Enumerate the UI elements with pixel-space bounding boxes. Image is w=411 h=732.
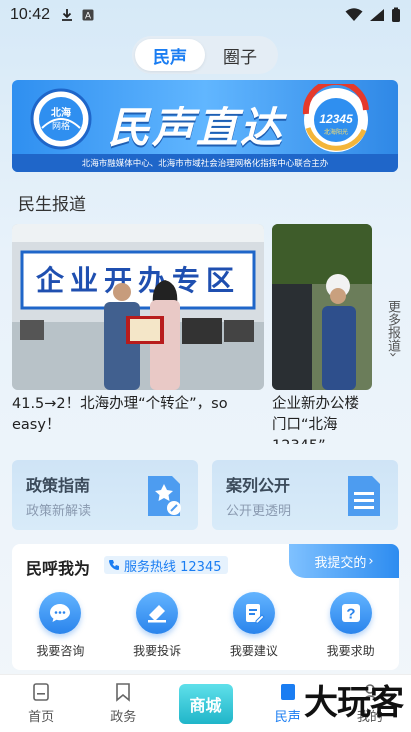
- complaint-label: 我要投诉: [133, 644, 182, 658]
- chat-bubble-icon: [39, 592, 82, 634]
- photo-sign-text: 企业开办专区: [36, 264, 240, 297]
- more-reports-label: 更多报道: [385, 300, 400, 352]
- svg-text:?: ?: [346, 606, 355, 623]
- star-document-icon: [148, 476, 181, 516]
- hotline-panel: 民呼我为 服务热线 12345 我提交的 › 我要咨询 我要投诉 我要建议 ? …: [12, 544, 399, 670]
- document-lines-icon: [348, 476, 380, 516]
- app-notification-icon: A: [82, 9, 94, 21]
- complaint-button[interactable]: 我要投诉: [117, 592, 197, 659]
- segment-tab-minsheng[interactable]: 民声: [135, 39, 205, 71]
- news-photo: 企业开办专区: [12, 224, 264, 390]
- help-button[interactable]: ? 我要求助: [311, 592, 391, 659]
- suggestion-button[interactable]: 我要建议: [214, 592, 294, 659]
- bookmark-icon: [116, 683, 131, 702]
- office-scene-image: 企业开办专区: [12, 224, 264, 390]
- case-public-card[interactable]: 案列公开 公开更透明: [212, 460, 398, 530]
- svg-text:网格: 网格: [52, 120, 70, 132]
- tab-minsheng-label: 民声: [274, 710, 301, 725]
- chevron-right-icon: ›: [385, 352, 400, 358]
- minsheng-icon: [280, 684, 295, 700]
- tab-government[interactable]: 政务: [82, 675, 164, 732]
- watermark-logo: 大玩客: [304, 683, 404, 723]
- tab-mall[interactable]: 商城: [164, 675, 246, 732]
- help-label: 我要求助: [326, 644, 375, 658]
- consult-label: 我要咨询: [36, 644, 85, 658]
- segment-control: 民声 圈子: [132, 36, 278, 74]
- question-mark-icon: ?: [329, 592, 372, 634]
- status-notification-icons: A: [60, 8, 94, 22]
- hotline-actions: 我要咨询 我要投诉 我要建议 ? 我要求助: [12, 592, 399, 659]
- hotline-title: 民呼我为: [26, 559, 91, 578]
- battery-icon: [392, 7, 400, 22]
- wifi-icon: [345, 8, 363, 21]
- street-scene-image: [272, 224, 372, 390]
- signal-icon: [370, 9, 384, 21]
- banner-title: 民声直达: [108, 103, 285, 152]
- svg-text:北海: 北海: [51, 106, 71, 119]
- suggestion-label: 我要建议: [229, 644, 278, 658]
- news-card[interactable]: 企业开办专区 41.5→2！北海办理“个转企”，so easy！: [12, 224, 264, 436]
- banner-footer: 北海市融媒体中心、北海市市域社会治理网格化指挥中心联合主办: [12, 154, 398, 172]
- svg-text:12345: 12345: [319, 112, 353, 126]
- chevron-right-icon: ›: [368, 553, 374, 569]
- tab-home[interactable]: 首页: [0, 675, 82, 732]
- tab-home-label: 首页: [28, 710, 55, 725]
- status-time: 10:42: [10, 6, 51, 23]
- news-carousel: 企业开办专区 41.5→2！北海办理“个转企”，so easy！ 企业新办公楼门…: [12, 224, 372, 444]
- news-caption: 企业新办公楼门口“北海12345”: [272, 396, 359, 444]
- hotline-12345-emblem: 12345 北海阳光: [302, 84, 369, 152]
- download-icon: [62, 9, 73, 21]
- status-right-icons: [345, 7, 401, 23]
- phone-icon: [109, 560, 119, 570]
- news-card[interactable]: 企业新办公楼门口“北海12345”: [272, 224, 372, 444]
- section-title-minsheng-news: 民生报道: [18, 195, 86, 215]
- send-tray-icon: [136, 592, 179, 634]
- home-doc-icon: [33, 683, 49, 701]
- news-caption: 41.5→2！北海办理“个转企”，so easy！: [12, 396, 228, 433]
- beihai-grid-logo: 北海 网格: [30, 88, 92, 150]
- svg-text:北海阳光: 北海阳光: [324, 128, 348, 136]
- tab-government-label: 政务: [110, 710, 137, 725]
- banner-minsheng-zhida[interactable]: 北海 网格 民声直达 12345 北海阳光 北海市融媒体中心、北海市市域社会治理…: [12, 80, 398, 172]
- segment-tab-quanzi[interactable]: 圈子: [205, 39, 275, 71]
- tab-mall-label: 商城: [178, 683, 233, 724]
- status-bar: 10:42 A: [0, 0, 411, 30]
- hotline-phone-badge[interactable]: 服务热线 12345: [104, 556, 228, 575]
- edit-note-icon: [232, 592, 275, 634]
- policy-guide-card[interactable]: 政策指南 政策新解读: [12, 460, 198, 530]
- news-photo: [272, 224, 372, 390]
- svg-text:A: A: [85, 11, 91, 21]
- my-submissions-button[interactable]: 我提交的 ›: [289, 544, 399, 578]
- more-reports-link[interactable]: 更多报道›: [384, 300, 400, 357]
- hotline-phone-label: 服务热线 12345: [124, 559, 222, 575]
- my-submissions-label: 我提交的: [314, 555, 367, 571]
- consult-button[interactable]: 我要咨询: [20, 592, 100, 659]
- hotline-header: 民呼我为 服务热线 12345 我提交的 ›: [12, 544, 399, 584]
